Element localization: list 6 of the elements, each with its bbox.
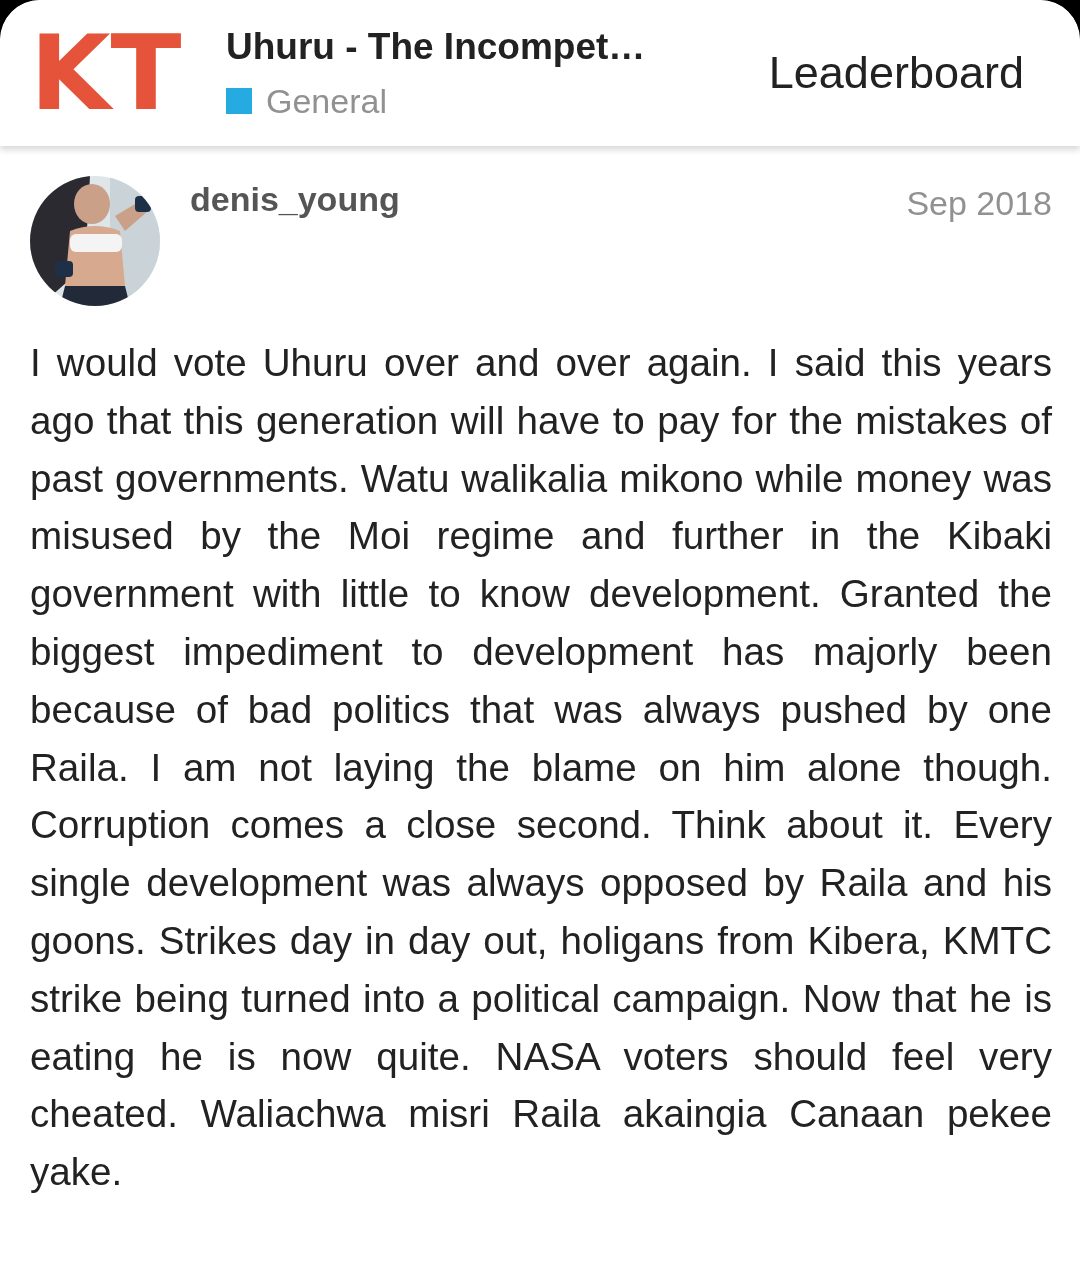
leaderboard-link[interactable]: Leaderboard	[768, 47, 1024, 99]
site-logo[interactable]: KT	[30, 21, 200, 125]
post-paragraph: I would vote Uhuru over and over again. I said this years ago that this generation will have to pay for the mistakes of past governments. Watu walikalia mikono while money was misused by the Moi regime and further in the Kibaki government with little to know development. Granted the biggest impediment to development has majorly been because of bad politics that was always pushed by one Raila. I am not laying the blame on him alone though. Corruption comes a close second. Think about it. Every single development was always opposed by Raila and his goons. Strikes day in day out, holigans from Kibera, KMTC strike being turned into a political campaign. Now that he is eating he is now quite. NASA voters should feel very cheated. Waliachwa misri Raila akaingia Canaan pekee yake.	[30, 340, 1052, 1196]
username[interactable]: denis_young	[190, 180, 907, 219]
post-date: Sep 2018	[906, 184, 1052, 223]
topic-title[interactable]: Uhuru - The Incompet…	[226, 25, 769, 68]
